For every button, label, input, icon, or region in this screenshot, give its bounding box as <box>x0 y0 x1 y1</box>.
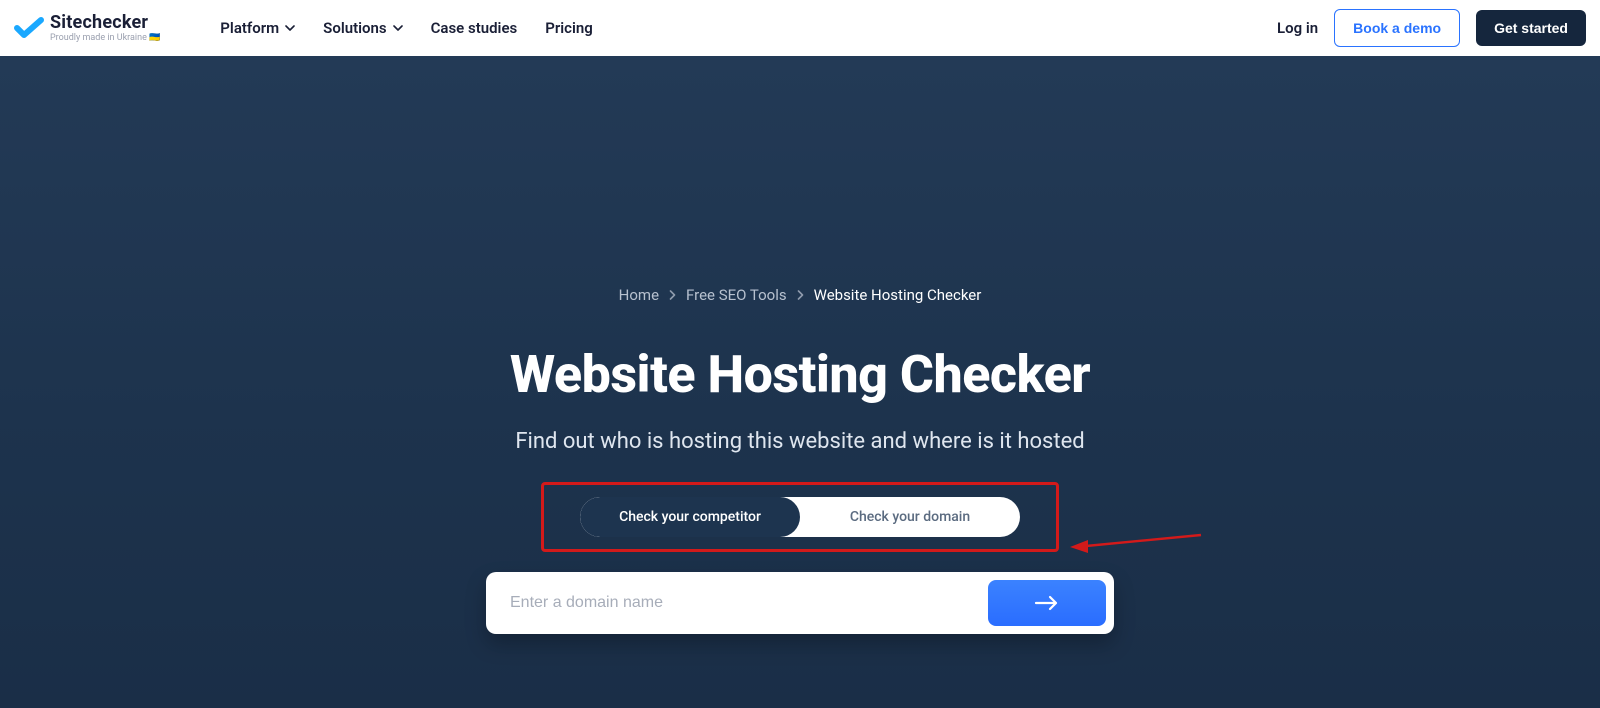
breadcrumb: Home Free SEO Tools Website Hosting Chec… <box>619 286 982 304</box>
sitechecker-logo-icon <box>14 16 44 40</box>
breadcrumb-current: Website Hosting Checker <box>814 286 982 304</box>
arrow-right-icon <box>1034 595 1060 611</box>
main-header: Sitechecker Proudly made in Ukraine 🇺🇦 P… <box>0 0 1600 56</box>
logo-subtitle: Proudly made in Ukraine 🇺🇦 <box>50 34 160 43</box>
nav-solutions-label: Solutions <box>323 19 386 37</box>
chevron-down-icon <box>285 25 295 31</box>
nav-solutions[interactable]: Solutions <box>323 19 402 37</box>
book-demo-button[interactable]: Book a demo <box>1334 9 1460 47</box>
toggle-check-domain[interactable]: Check your domain <box>800 497 1020 537</box>
chevron-right-icon <box>669 290 676 300</box>
page-subtitle: Find out who is hosting this website and… <box>515 429 1084 454</box>
nav-platform-label: Platform <box>220 19 279 37</box>
breadcrumb-tools[interactable]: Free SEO Tools <box>686 286 787 304</box>
page-title: Website Hosting Checker <box>510 344 1090 405</box>
chevron-right-icon <box>797 290 804 300</box>
nav-pricing[interactable]: Pricing <box>545 19 593 37</box>
hero-section: Home Free SEO Tools Website Hosting Chec… <box>0 56 1600 708</box>
get-started-button[interactable]: Get started <box>1476 10 1586 46</box>
domain-search <box>486 572 1114 634</box>
logo-text: Sitechecker Proudly made in Ukraine 🇺🇦 <box>50 14 160 43</box>
mode-toggle: Check your competitor Check your domain <box>580 497 1020 537</box>
login-link[interactable]: Log in <box>1277 19 1318 37</box>
nav-case-studies-label: Case studies <box>431 19 518 37</box>
annotation-highlight-box: Check your competitor Check your domain <box>541 482 1059 552</box>
chevron-down-icon <box>393 25 403 31</box>
nav-platform[interactable]: Platform <box>220 19 295 37</box>
nav-pricing-label: Pricing <box>545 19 593 37</box>
toggle-check-competitor[interactable]: Check your competitor <box>580 497 800 537</box>
logo-title: Sitechecker <box>50 14 160 32</box>
header-right: Log in Book a demo Get started <box>1277 9 1586 47</box>
annotation-arrow-icon <box>1066 531 1206 565</box>
main-nav: Platform Solutions Case studies Pricing <box>220 19 593 37</box>
breadcrumb-home[interactable]: Home <box>619 286 659 304</box>
nav-case-studies[interactable]: Case studies <box>431 19 518 37</box>
domain-input[interactable] <box>510 594 988 612</box>
logo[interactable]: Sitechecker Proudly made in Ukraine 🇺🇦 <box>14 14 160 43</box>
submit-button[interactable] <box>988 580 1106 626</box>
